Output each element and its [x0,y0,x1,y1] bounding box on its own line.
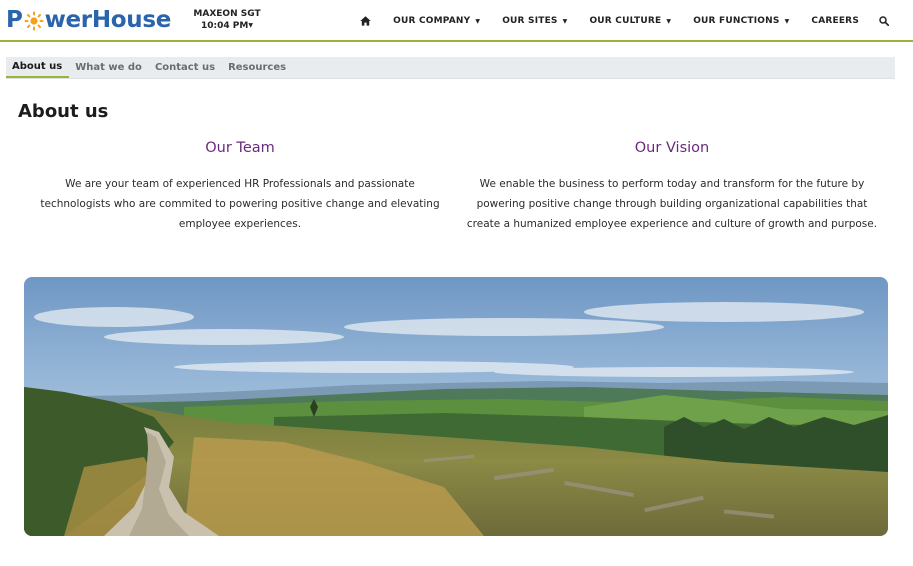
main-nav: OUR COMPANY ▼ OUR SITES ▼ OUR CULTURE ▼ OUR… [360,0,889,42]
nav-our-company[interactable]: OUR COMPANY ▼ [393,16,480,26]
tab-about-us[interactable]: About us [6,56,70,78]
home-icon[interactable] [360,16,371,26]
clock-time: 10:04 PM [201,21,249,31]
nav-label: OUR CULTURE [589,16,662,26]
page-title: About us [18,101,109,122]
nav-our-sites[interactable]: OUR SITES ▼ [502,16,567,26]
top-navbar: P werHouse MAXEON SGT 10:04 PM▼ OUR COMP… [0,0,913,42]
logo-text: werHouse [44,7,172,33]
our-team-section: Our Team We are your team of experienced… [30,138,450,234]
landscape-image [24,277,888,536]
clock-label: MAXEON SGT [193,9,261,19]
nav-our-functions[interactable]: OUR FUNCTIONS ▼ [693,16,789,26]
caret-down-icon: ▼ [666,17,672,25]
timezone-clock[interactable]: MAXEON SGT 10:04 PM▼ [193,8,261,32]
nav-label: OUR COMPANY [393,16,471,26]
nav-careers[interactable]: CAREERS [811,16,859,26]
sun-icon [24,10,44,31]
our-vision-section: Our Vision We enable the business to per… [462,138,882,234]
our-vision-text: We enable the business to perform today … [466,178,878,230]
our-team-heading: Our Team [205,140,275,156]
our-team-text: We are your team of experienced HR Profe… [40,178,440,230]
our-vision-heading: Our Vision [634,140,710,156]
logo-letter-p: P [6,7,23,33]
tab-what-we-do[interactable]: What we do [69,56,149,78]
nav-label: OUR SITES [502,16,558,26]
tab-resources[interactable]: Resources [222,56,293,78]
chevron-down-icon: ▼ [248,22,253,29]
nav-our-culture[interactable]: OUR CULTURE ▼ [589,16,671,26]
caret-down-icon: ▼ [784,17,790,25]
nav-label: CAREERS [811,16,859,26]
brand-logo[interactable]: P werHouse [6,5,171,35]
caret-down-icon: ▼ [475,17,481,25]
tab-contact-us[interactable]: Contact us [149,56,222,78]
search-icon[interactable] [879,16,889,26]
nav-label: OUR FUNCTIONS [693,16,780,26]
caret-down-icon: ▼ [562,17,568,25]
sub-tab-bar: About us What we do Contact us Resources [6,57,895,79]
clock-time-row[interactable]: 10:04 PM▼ [193,20,261,32]
